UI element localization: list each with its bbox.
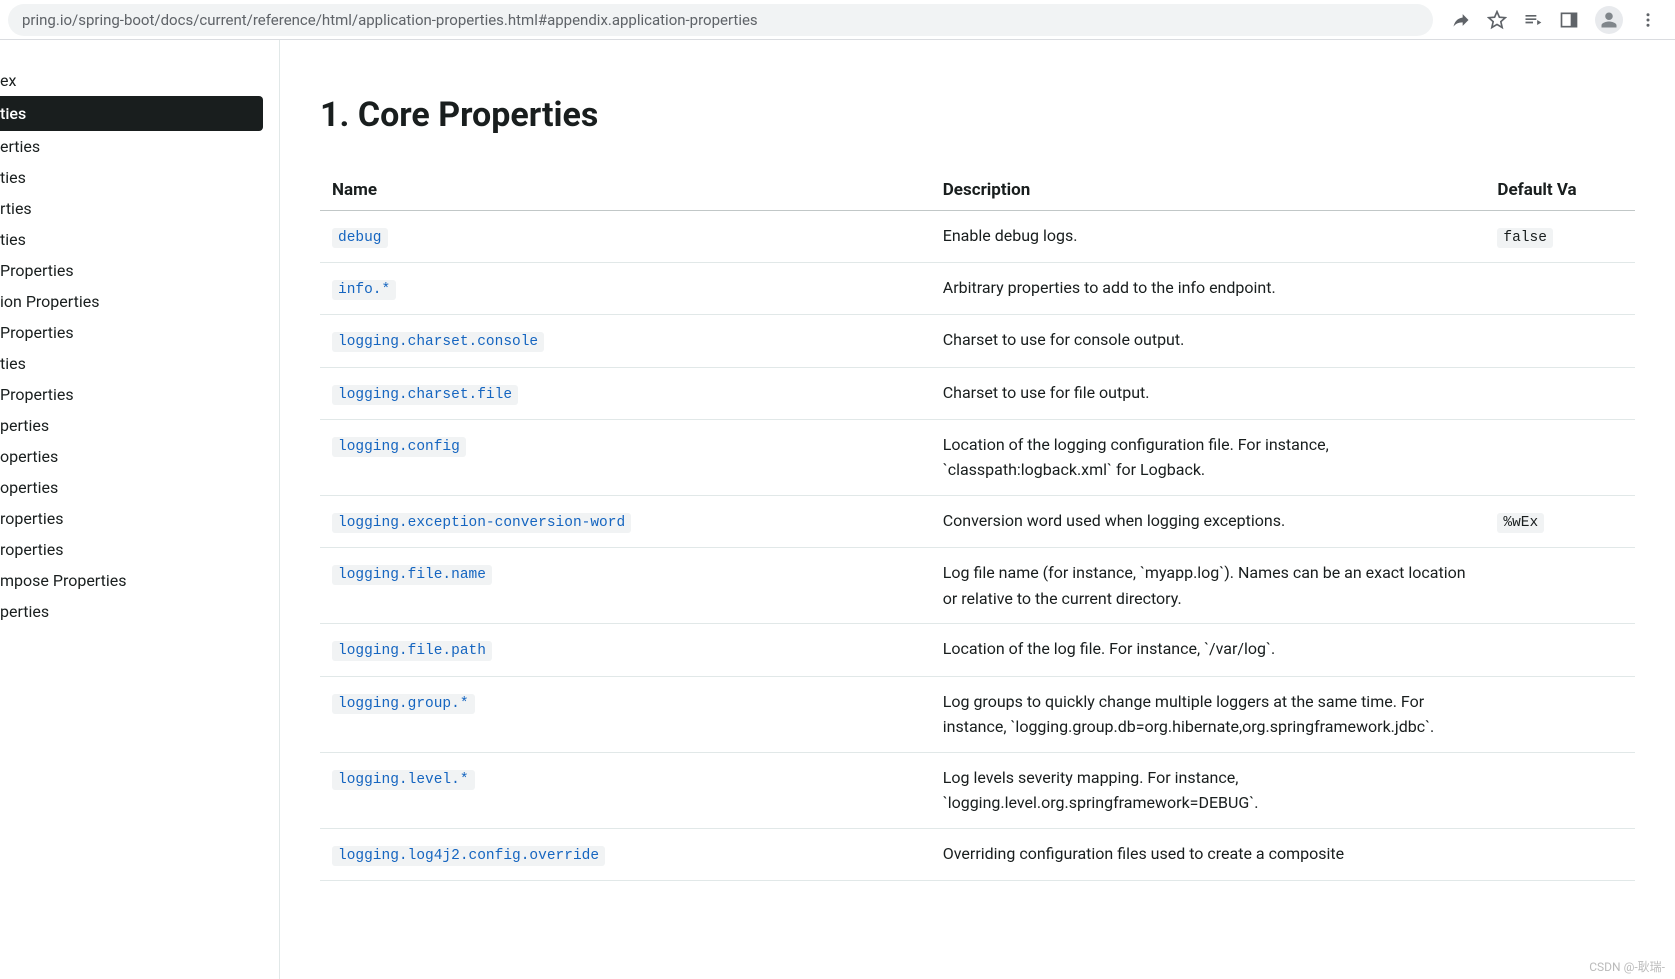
table-row: logging.exception-conversion-word Convers… xyxy=(320,495,1635,547)
property-default: %wEx xyxy=(1485,495,1635,547)
sidebar-item[interactable]: Properties xyxy=(0,255,279,286)
property-name-link[interactable]: logging.exception-conversion-word xyxy=(332,513,631,533)
main-content: 1. Core Properties Name Description Defa… xyxy=(280,40,1675,979)
property-description: Enable debug logs. xyxy=(931,211,1486,263)
property-name-link[interactable]: logging.group.* xyxy=(332,694,475,714)
property-default xyxy=(1485,263,1635,315)
property-name-link[interactable]: logging.file.name xyxy=(332,565,492,585)
sidebar-item[interactable]: perties xyxy=(0,410,279,441)
sidebar-item[interactable]: ties xyxy=(0,224,279,255)
sidebar-item[interactable]: perties xyxy=(0,596,279,627)
url-text: pring.io/spring-boot/docs/current/refere… xyxy=(22,11,758,29)
table-row: logging.charset.console Charset to use fo… xyxy=(320,315,1635,367)
property-description: Charset to use for console output. xyxy=(931,315,1486,367)
url-field[interactable]: pring.io/spring-boot/docs/current/refere… xyxy=(8,4,1433,36)
sidebar-item[interactable]: ties xyxy=(0,162,279,193)
property-name-link[interactable]: debug xyxy=(332,228,388,248)
property-description: Log levels severity mapping. For instanc… xyxy=(931,752,1486,828)
sidebar-item[interactable]: operties xyxy=(0,472,279,503)
property-default xyxy=(1485,676,1635,752)
sidebar-item[interactable]: mpose Properties xyxy=(0,565,279,596)
property-description: Conversion word used when logging except… xyxy=(931,495,1486,547)
sidebar-item[interactable]: roperties xyxy=(0,503,279,534)
table-row: logging.log4j2.config.override Overriding… xyxy=(320,828,1635,880)
share-icon[interactable] xyxy=(1451,10,1471,30)
sidebar-item[interactable]: ion Properties xyxy=(0,286,279,317)
property-description: Location of the log file. For instance, … xyxy=(931,624,1486,676)
table-row: logging.file.path Location of the log fil… xyxy=(320,624,1635,676)
col-name-header: Name xyxy=(320,170,931,211)
toolbar-icons xyxy=(1441,6,1667,34)
sidebar-item[interactable]: erties xyxy=(0,131,279,162)
sidebar-item[interactable]: roperties xyxy=(0,534,279,565)
table-row: logging.config Location of the logging co… xyxy=(320,419,1635,495)
property-name-link[interactable]: logging.file.path xyxy=(332,641,492,661)
table-row: logging.level.* Log levels severity mappi… xyxy=(320,752,1635,828)
sidebar-nav: extiesertiestiesrtiestiesPropertiesion P… xyxy=(0,40,280,979)
property-default xyxy=(1485,752,1635,828)
col-default-header: Default Va xyxy=(1485,170,1635,211)
playlist-icon[interactable] xyxy=(1523,10,1543,30)
property-description: Log groups to quickly change multiple lo… xyxy=(931,676,1486,752)
sidebar-item[interactable]: ties xyxy=(0,96,263,131)
sidebar-item[interactable]: Properties xyxy=(0,379,279,410)
watermark: CSDN @-耿瑞- xyxy=(1589,958,1665,975)
property-default xyxy=(1485,367,1635,419)
property-description: Overriding configuration files used to c… xyxy=(931,828,1486,880)
properties-table: Name Description Default Va debug Enable … xyxy=(320,170,1635,881)
property-name-link[interactable]: info.* xyxy=(332,280,396,300)
table-row: info.* Arbitrary properties to add to the… xyxy=(320,263,1635,315)
table-row: logging.file.name Log file name (for inst… xyxy=(320,548,1635,624)
property-name-link[interactable]: logging.charset.file xyxy=(332,385,518,405)
property-default xyxy=(1485,315,1635,367)
sidebar-item[interactable]: ties xyxy=(0,348,279,379)
table-row: debug Enable debug logs.false xyxy=(320,211,1635,263)
property-name-link[interactable]: logging.config xyxy=(332,437,466,457)
col-desc-header: Description xyxy=(931,170,1486,211)
sidebar-item[interactable]: operties xyxy=(0,441,279,472)
side-panel-icon[interactable] xyxy=(1559,10,1579,30)
property-default: false xyxy=(1485,211,1635,263)
property-default xyxy=(1485,419,1635,495)
property-default xyxy=(1485,828,1635,880)
sidebar-item[interactable]: ex xyxy=(0,65,279,96)
property-description: Location of the logging configuration fi… xyxy=(931,419,1486,495)
sidebar-item[interactable]: Properties xyxy=(0,317,279,348)
property-default xyxy=(1485,624,1635,676)
profile-avatar[interactable] xyxy=(1595,6,1623,34)
star-icon[interactable] xyxy=(1487,10,1507,30)
property-description: Charset to use for file output. xyxy=(931,367,1486,419)
table-row: logging.group.* Log groups to quickly cha… xyxy=(320,676,1635,752)
table-row: logging.charset.file Charset to use for f… xyxy=(320,367,1635,419)
property-default xyxy=(1485,548,1635,624)
page-title: 1. Core Properties xyxy=(320,95,1635,135)
property-description: Arbitrary properties to add to the info … xyxy=(931,263,1486,315)
sidebar-item[interactable]: rties xyxy=(0,193,279,224)
browser-address-bar: pring.io/spring-boot/docs/current/refere… xyxy=(0,0,1675,40)
menu-icon[interactable] xyxy=(1639,10,1657,30)
property-description: Log file name (for instance, `myapp.log`… xyxy=(931,548,1486,624)
property-name-link[interactable]: logging.log4j2.config.override xyxy=(332,846,605,866)
property-name-link[interactable]: logging.level.* xyxy=(332,770,475,790)
property-name-link[interactable]: logging.charset.console xyxy=(332,332,544,352)
